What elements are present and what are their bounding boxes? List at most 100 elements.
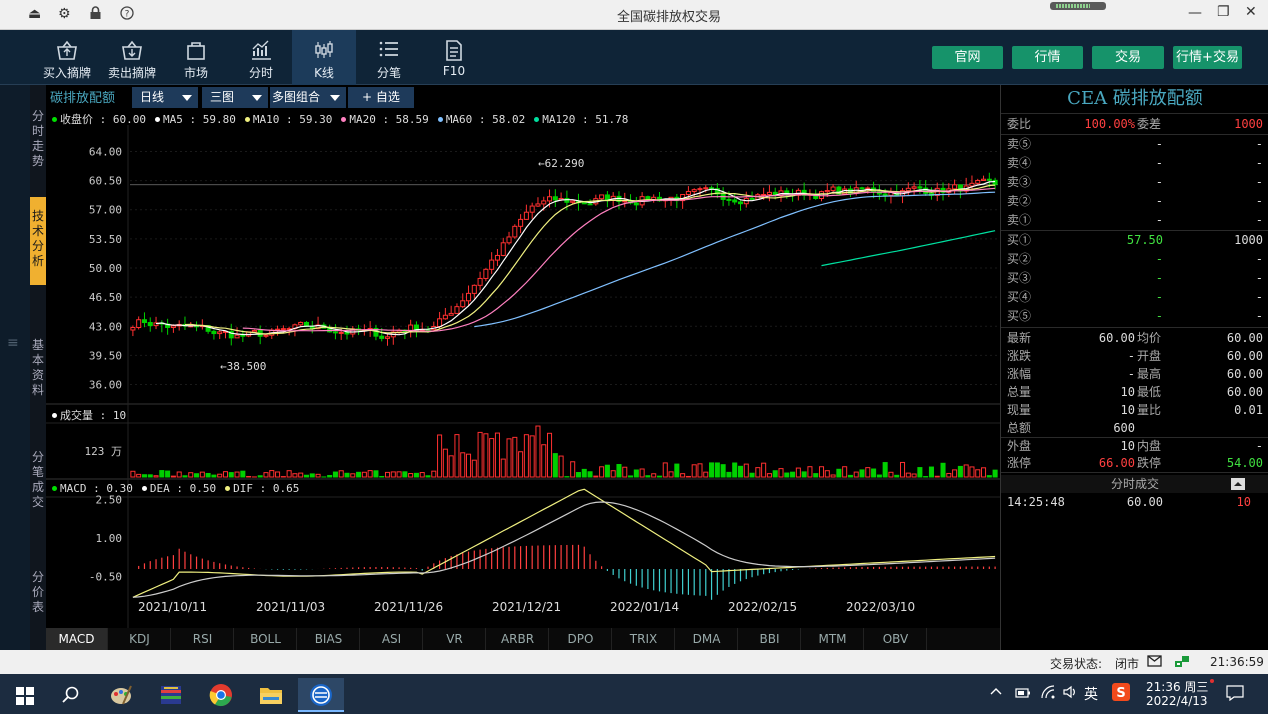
quotes-trade-button[interactable]: 行情+交易 [1173,46,1242,69]
connection-icon[interactable] [1174,655,1190,671]
tab-ticks[interactable]: 分笔成交 [30,450,46,516]
sell-row[interactable]: 卖① - - [1007,211,1263,229]
label: 涨停 [1007,456,1032,470]
chrome-button[interactable] [198,678,244,712]
date-tick-label: 2021/12/21 [492,600,561,614]
sell-row[interactable]: 卖④ - - [1007,154,1263,172]
trading-app-button[interactable] [298,678,344,712]
ime-indicator[interactable]: 英 [1084,684,1098,704]
market-button[interactable]: 市场 [164,30,228,85]
volume-bar [483,433,489,478]
wifi-icon[interactable] [1041,685,1055,702]
list-icon [379,41,398,57]
minimize-icon[interactable]: — [1188,5,1202,21]
indicator-tabs: MACD KDJ RSI BOLL BIAS ASI VR ARBR DPO TRIX DMA BBI… [46,628,1000,650]
app-button[interactable] [148,678,194,712]
indicator-tab-asi[interactable]: ASI [361,628,423,650]
clock-time[interactable]: 21:36 周三 [1146,678,1208,695]
stat-row: 涨跌 - 开盘 60.00 [1007,347,1263,365]
buy-label: 买④ [1007,290,1032,304]
close-icon[interactable]: ✕ [1245,4,1257,20]
status-bar: 交易状态: 闭市 21:36:59 [0,650,1268,674]
indicator-tab-obv[interactable]: OBV [865,628,927,650]
tab-basics[interactable]: 基本资料 [30,338,46,404]
buy-row[interactable]: 买① 57.50 1000 [1007,231,1263,249]
volume-bar [656,475,663,478]
sogou-icon[interactable]: S [1112,683,1130,704]
volume-bar [344,472,350,478]
sell-delist-button[interactable]: 卖出摘牌 [100,30,164,85]
buy-price: - [1155,271,1163,285]
indicator-tab-rsi[interactable]: RSI [172,628,234,650]
candle-body [280,328,286,331]
search-button[interactable] [48,678,94,712]
indicator-tab-bbi[interactable]: BBI [739,628,801,650]
ticks-button[interactable]: 分笔 [357,30,421,85]
kline-button[interactable]: K线 [292,30,356,85]
window-grip[interactable] [1050,2,1106,10]
volume-bar [888,471,894,478]
sell-row[interactable]: 卖② - - [1007,192,1263,210]
stat-row: 涨幅 - 最高 60.00 [1007,365,1263,383]
restore-icon[interactable]: ❐ [1217,4,1230,20]
basket-up-icon [57,40,77,60]
sell-row[interactable]: 卖⑤ - - [1007,135,1263,153]
buy-row[interactable]: 买② - - [1007,250,1263,268]
paint-app-button[interactable] [98,678,144,712]
sell-row[interactable]: 卖③ - - [1007,173,1263,191]
buy-row[interactable]: 买③ - - [1007,269,1263,287]
clock-date[interactable]: 2022/4/13 [1146,694,1208,708]
indicator-tab-dpo[interactable]: DPO [550,628,612,650]
candle-body [761,193,767,196]
tab-price-table[interactable]: 分价表 [30,570,46,620]
notification-icon[interactable] [1226,685,1244,704]
candle-body [141,319,147,324]
trade-button[interactable]: 交易 [1092,46,1164,69]
label: 委差 [1137,117,1162,131]
label: 跌停 [1137,456,1162,470]
indicator-tab-mtm[interactable]: MTM [802,628,864,650]
indicator-tab-arbr[interactable]: ARBR [487,628,549,650]
buy-row[interactable]: 买⑤ - - [1007,307,1263,325]
f10-button[interactable]: F10 [422,30,486,85]
period-select[interactable]: 日线 [132,87,198,108]
macd-tick-label: 2.50 [96,494,123,507]
official-site-button[interactable]: 官网 [932,46,1003,69]
layout-select[interactable]: 三图 [202,87,268,108]
quotes-button[interactable]: 行情 [1012,46,1083,69]
volume-bar [390,471,396,478]
volume-bar [170,475,176,478]
indicator-tab-trix[interactable]: TRIX [613,628,675,650]
indicator-tab-vr[interactable]: VR [424,628,486,650]
expand-menu-icon[interactable]: ≡ [7,335,19,351]
price-tick-label: 64.00 [89,145,122,158]
file-explorer-button[interactable] [248,678,294,712]
ma-line [821,230,996,267]
tab-timeline[interactable]: 分时走势 [30,109,46,175]
start-button[interactable] [2,678,48,712]
timeline-button[interactable]: 分时 [229,30,293,85]
app-icon [161,686,181,704]
indicator-tab-kdj[interactable]: KDJ [109,628,171,650]
indicator-tab-macd[interactable]: MACD [46,628,108,650]
battery-icon[interactable] [1015,687,1031,701]
volume-bar [743,463,749,478]
buy-delist-button[interactable]: 买入摘牌 [35,30,99,85]
volume-icon[interactable] [1062,685,1078,702]
volume-bar [465,453,472,478]
indicator-tab-bias[interactable]: BIAS [298,628,360,650]
date-tick-label: 2022/03/10 [846,600,915,614]
add-watch-button[interactable]: + 自选 [348,87,414,108]
candle-body [384,336,391,339]
indicator-tab-boll[interactable]: BOLL [235,628,297,650]
kline-chart[interactable]: 64.00 60.50 57.00 53.50 50.00 46.50 43.00 39.50… [46,125,1000,628]
tab-technical[interactable]: 技术分析 [30,197,46,285]
collapse-icon[interactable] [1231,478,1245,490]
candle-body [332,331,338,334]
volume-bar [946,472,952,478]
mail-icon[interactable] [1147,655,1162,670]
combo-select[interactable]: 多图组合 [270,87,346,108]
indicator-tab-dma[interactable]: DMA [676,628,738,650]
buy-row[interactable]: 买④ - - [1007,288,1263,306]
chevron-up-icon[interactable] [990,685,1002,699]
